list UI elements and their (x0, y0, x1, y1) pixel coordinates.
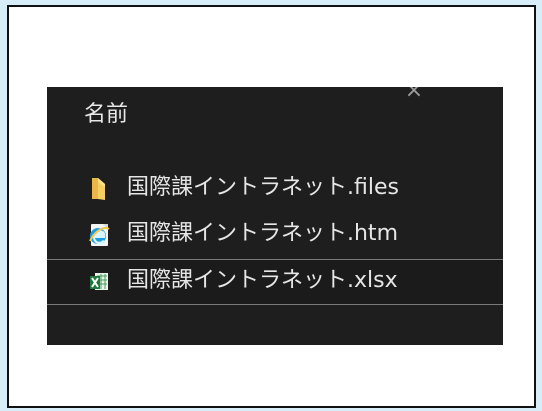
file-name-htm[interactable]: 国際課イントラネット.htm (127, 218, 398, 250)
file-name-xlsx[interactable]: 国際課イントラネット.xlsx (127, 265, 398, 297)
name-column-header[interactable]: 名前 (84, 100, 128, 130)
internet-explorer-html-icon (89, 224, 110, 246)
file-row-htm[interactable]: 国際課イントラネット.htm (47, 213, 503, 259)
close-icon[interactable]: × (402, 87, 426, 103)
file-explorer-pane: × 名前 国際課イントラネット.files 国際課イントラネット.htm 国際課… (47, 87, 503, 345)
screenshot-frame: × 名前 国際課イントラネット.files 国際課イントラネット.htm 国際課… (7, 5, 536, 408)
folder-icon (92, 178, 105, 200)
file-row-xlsx[interactable]: 国際課イントラネット.xlsx (47, 259, 503, 305)
file-list: 国際課イントラネット.files 国際課イントラネット.htm 国際課イントラネ… (47, 167, 503, 305)
excel-file-icon (90, 273, 108, 290)
file-row-folder[interactable]: 国際課イントラネット.files (47, 167, 503, 213)
file-name-folder[interactable]: 国際課イントラネット.files (127, 172, 399, 204)
